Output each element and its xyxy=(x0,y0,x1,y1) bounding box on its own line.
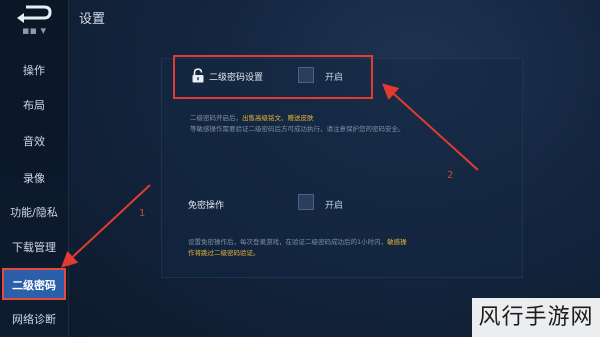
settings-main: 设置 二级密码设置 开启 二级密码开启后，出售高级铭文、赠送皮肤 等敏感操作需要… xyxy=(69,0,600,337)
sidebar-item-downloads[interactable]: 下载管理 xyxy=(0,233,68,263)
exempt-toggle-label[interactable]: 开启 xyxy=(325,198,343,211)
sidebar-item-partial: ▪▪ ▾ xyxy=(22,24,46,37)
sidebar-item-controls[interactable]: 操作 xyxy=(0,56,68,86)
password-toggle-label[interactable]: 开启 xyxy=(325,70,343,83)
password-desc-prefix: 二级密码开启后， xyxy=(190,114,242,122)
sidebar-item-layout[interactable]: 布局 xyxy=(0,91,68,121)
sidebar-item-privacy[interactable]: 功能/隐私 xyxy=(0,198,68,228)
page-title: 设置 xyxy=(79,12,106,27)
exempt-setting-label: 免密操作 xyxy=(188,201,225,211)
exempt-desc-line2-highlight: 作将跳过二级密码验证。 xyxy=(188,249,260,257)
exempt-desc-line2: 作将跳过二级密码验证。 xyxy=(188,248,260,259)
exempt-toggle-checkbox[interactable] xyxy=(298,194,314,210)
lock-icon xyxy=(191,68,205,83)
exempt-desc-prefix: 设置免密操作后，每次登录游戏，在验证二级密码成功后的1小时内， xyxy=(188,238,388,246)
exempt-desc-highlight: 敏感操 xyxy=(387,238,407,246)
password-desc-highlight: 出售高级铭文、赠送皮肤 xyxy=(242,114,314,122)
annotation-number-2: 2 xyxy=(447,170,454,181)
password-setting-label: 二级密码设置 xyxy=(209,73,264,83)
sidebar-item-secondary-password[interactable]: 二级密码 xyxy=(2,268,66,300)
sidebar-item-sound[interactable]: 音效 xyxy=(0,127,68,157)
password-toggle-checkbox[interactable] xyxy=(298,67,314,83)
sidebar-item-network-diagnosis[interactable]: 网络诊断 xyxy=(0,305,68,335)
annotation-number-1: 1 xyxy=(139,208,146,219)
password-desc-line2: 等敏感操作需要验证二级密码后方可成功执行，请注意保护您的密码安全。 xyxy=(190,125,405,133)
watermark: 风行手游网 xyxy=(472,298,600,337)
password-desc-line1: 二级密码开启后，出售高级铭文、赠送皮肤 xyxy=(190,113,314,124)
sidebar-item-recording[interactable]: 录像 xyxy=(0,164,68,194)
sidebar: ▪▪ ▾ 操作 布局 音效 录像 功能/隐私 下载管理 二级密码 网络诊断 xyxy=(0,0,69,337)
exempt-desc-line1: 设置免密操作后，每次登录游戏，在验证二级密码成功后的1小时内，敏感操 xyxy=(188,237,407,248)
